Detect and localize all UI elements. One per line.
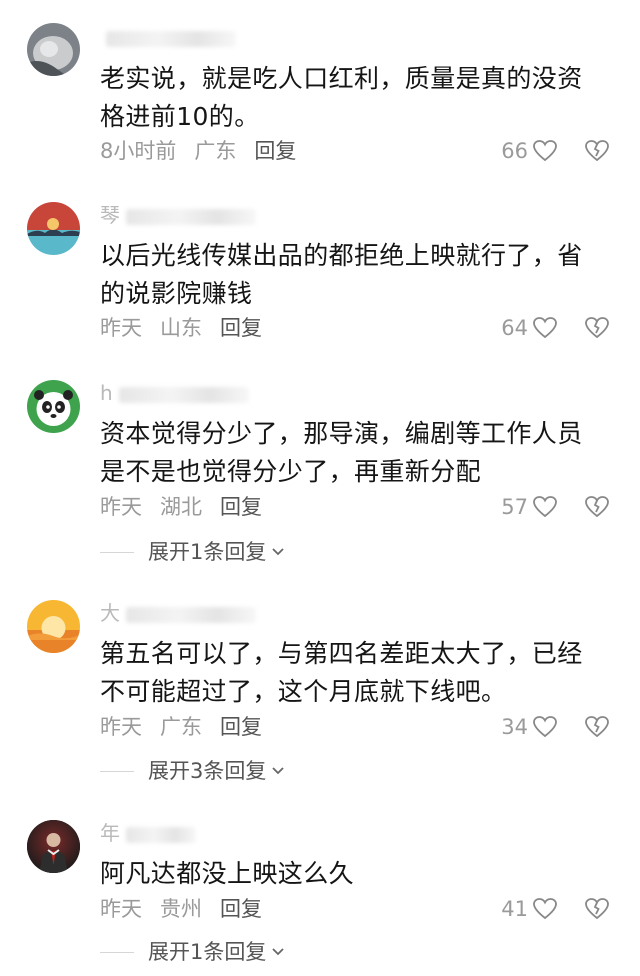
username[interactable]: 年 bbox=[100, 818, 196, 848]
like-button[interactable]: 66 bbox=[501, 136, 558, 166]
chevron-down-icon bbox=[272, 548, 285, 556]
comment-time: 8小时前 bbox=[100, 139, 177, 163]
divider bbox=[100, 770, 134, 772]
username-text: h bbox=[100, 381, 113, 405]
reply-button[interactable]: 回复 bbox=[220, 715, 262, 739]
expand-replies-button[interactable]: 展开1条回复 bbox=[100, 537, 286, 567]
like-button[interactable]: 64 bbox=[501, 313, 558, 343]
avatar[interactable] bbox=[27, 600, 80, 653]
like-count: 41 bbox=[501, 897, 528, 921]
like-button[interactable]: 34 bbox=[501, 712, 558, 742]
like-count: 34 bbox=[501, 715, 528, 739]
comment-text: 资本觉得分少了，那导演，编剧等工作人员 是不是也觉得分少了，再重新分配 bbox=[100, 419, 583, 486]
comment-meta: 昨天 山东 回复 bbox=[100, 313, 280, 343]
reply-button[interactable]: 回复 bbox=[220, 897, 262, 921]
expand-replies-button[interactable]: 展开1条回复 bbox=[100, 937, 286, 967]
username[interactable]: 琴 bbox=[100, 200, 256, 230]
username-blur bbox=[126, 606, 256, 623]
expand-replies-label: 展开1条回复 bbox=[148, 940, 267, 964]
comment-meta: 8小时前 广东 回复 bbox=[100, 136, 314, 166]
broken-heart-icon[interactable] bbox=[584, 139, 610, 163]
heart-icon bbox=[533, 496, 557, 518]
broken-heart-icon[interactable] bbox=[584, 715, 610, 739]
reply-button[interactable]: 回复 bbox=[220, 316, 262, 340]
username-blur bbox=[106, 30, 236, 47]
comment-location: 山东 bbox=[160, 316, 202, 340]
username[interactable]: 大 bbox=[100, 598, 256, 628]
comment-meta: 昨天 广东 回复 bbox=[100, 712, 280, 742]
avatar[interactable] bbox=[27, 202, 80, 255]
heart-icon bbox=[533, 317, 557, 339]
avatar[interactable] bbox=[27, 380, 80, 433]
username-text: 琴 bbox=[100, 203, 120, 227]
comment-time: 昨天 bbox=[100, 897, 142, 921]
comment-text: 老实说，就是吃人口红利，质量是真的没资 格进前10的。 bbox=[100, 64, 583, 131]
like-count: 66 bbox=[501, 139, 528, 163]
chevron-down-icon bbox=[272, 948, 285, 956]
comment-time: 昨天 bbox=[100, 715, 142, 739]
username-blur bbox=[126, 826, 196, 843]
chevron-down-icon bbox=[272, 767, 285, 775]
username[interactable]: h bbox=[100, 378, 249, 408]
like-button[interactable]: 57 bbox=[501, 492, 558, 522]
divider bbox=[100, 951, 134, 953]
like-count: 57 bbox=[501, 495, 528, 519]
comment-location: 湖北 bbox=[160, 495, 202, 519]
broken-heart-icon[interactable] bbox=[584, 495, 610, 519]
reply-button[interactable]: 回复 bbox=[254, 139, 296, 163]
comment-text: 第五名可以了，与第四名差距太大了，已经 不可能超过了，这个月底就下线吧。 bbox=[100, 639, 583, 706]
comment-meta: 昨天 湖北 回复 bbox=[100, 492, 280, 522]
comment-location: 广东 bbox=[160, 715, 202, 739]
username-blur bbox=[118, 386, 249, 403]
username[interactable] bbox=[100, 22, 236, 52]
comment-time: 昨天 bbox=[100, 495, 142, 519]
expand-replies-label: 展开3条回复 bbox=[148, 759, 267, 783]
expand-replies-label: 展开1条回复 bbox=[148, 540, 267, 564]
like-button[interactable]: 41 bbox=[501, 894, 558, 924]
broken-heart-icon[interactable] bbox=[584, 316, 610, 340]
reply-button[interactable]: 回复 bbox=[220, 495, 262, 519]
divider bbox=[100, 551, 134, 553]
heart-icon bbox=[533, 898, 557, 920]
comment-location: 贵州 bbox=[160, 897, 202, 921]
like-count: 64 bbox=[501, 316, 528, 340]
comment-time: 昨天 bbox=[100, 316, 142, 340]
heart-icon bbox=[533, 716, 557, 738]
avatar[interactable] bbox=[27, 820, 80, 873]
comment-meta: 昨天 贵州 回复 bbox=[100, 894, 280, 924]
avatar[interactable] bbox=[27, 23, 80, 76]
username-text: 大 bbox=[100, 601, 120, 625]
broken-heart-icon[interactable] bbox=[584, 897, 610, 921]
heart-icon bbox=[533, 140, 557, 162]
expand-replies-button[interactable]: 展开3条回复 bbox=[100, 756, 286, 786]
username-blur bbox=[126, 208, 256, 225]
username-text: 年 bbox=[100, 821, 120, 845]
comment-location: 广东 bbox=[194, 139, 237, 163]
comment-text: 以后光线传媒出品的都拒绝上映就行了，省 的说影院赚钱 bbox=[100, 241, 583, 308]
comment-text: 阿凡达都没上映这么久 bbox=[100, 859, 355, 888]
